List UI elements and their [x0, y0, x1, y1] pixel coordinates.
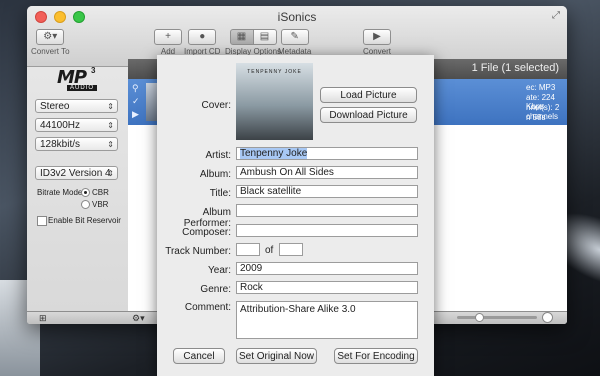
display-options-control[interactable]: ▦ ▤ Display Options [225, 29, 281, 56]
duration-info: n 58s [526, 113, 546, 122]
vbr-radio[interactable] [81, 200, 90, 209]
zoom-slider[interactable] [457, 316, 537, 319]
updown-arrow-icon: ⇕ [107, 169, 114, 178]
updown-arrow-icon: ⇕ [107, 102, 114, 111]
album-label: Album: [199, 169, 231, 180]
track-number-label: Track Number: [165, 246, 231, 257]
load-picture-button[interactable]: Load Picture [320, 87, 417, 103]
plus-icon: + [154, 29, 182, 45]
channels-select[interactable]: Stereo ⇕ [35, 99, 118, 113]
gear-icon: ⚙▾ [36, 29, 65, 45]
id3-version-select[interactable]: ID3v2 Version 4 ⇕ [35, 166, 118, 180]
cbr-label: CBR [92, 188, 109, 197]
add-button[interactable]: + Add [154, 29, 182, 56]
composer-label: Composer: [182, 227, 231, 238]
title-label: Title: [209, 188, 231, 199]
album-performer-field[interactable] [236, 204, 418, 217]
updown-arrow-icon: ⇕ [107, 121, 114, 130]
genre-field[interactable]: Rock [236, 281, 418, 294]
track-of-label: of [265, 245, 274, 256]
year-label: Year: [208, 265, 231, 276]
bitrate-select[interactable]: 128kbit/s ⇕ [35, 137, 118, 151]
zoom-max-icon [542, 312, 553, 323]
track-total-field[interactable] [279, 243, 303, 256]
set-original-now-button[interactable]: Set Original Now [236, 348, 317, 364]
cd-icon: ● [188, 29, 217, 45]
cover-art[interactable]: TENPENNY JOKE [236, 63, 313, 140]
cbr-radio[interactable] [81, 188, 90, 197]
add-folder-icon[interactable]: ⊞ [39, 313, 47, 324]
composer-field[interactable] [236, 224, 418, 237]
file-count: 1 File (1 selected) [471, 62, 559, 74]
set-for-encoding-button[interactable]: Set For Encoding [334, 348, 418, 364]
bitrate-mode-label: Bitrate Mode: [37, 188, 85, 197]
artist-field[interactable]: Tenpenny Joke [236, 147, 418, 160]
play-icon[interactable]: ▶ [132, 109, 139, 120]
updown-arrow-icon: ⇕ [107, 140, 114, 149]
codec-info: ec: MP3 [526, 83, 556, 92]
metadata-button[interactable]: ✎ Metadata [278, 29, 311, 56]
list-view-icon[interactable]: ▤ [253, 29, 277, 45]
encoder-sidebar: MP 3 AUDIO Stereo ⇕ 44100Hz ⇕ 128kbit/s ⇕ I… [27, 66, 129, 311]
download-picture-button[interactable]: Download Picture [320, 107, 417, 123]
metadata-sheet: Cover: TENPENNY JOKE Load Picture Downlo… [157, 55, 434, 376]
title-field[interactable]: Black satellite [236, 185, 418, 198]
gear-icon[interactable]: ⚙▾ [132, 313, 145, 324]
bit-reservoir-label: Enable Bit Reservoir [48, 216, 121, 225]
sample-rate-select[interactable]: 44100Hz ⇕ [35, 118, 118, 132]
cover-label: Cover: [201, 100, 231, 111]
convert-to-button[interactable]: ⚙▾ Convert To [31, 29, 70, 56]
comment-label: Comment: [184, 302, 231, 313]
pencil-icon: ✎ [280, 29, 309, 45]
comment-field[interactable]: Attribution-Share Alike 3.0 [236, 301, 418, 339]
mp3-logo: MP 3 AUDIO [57, 66, 98, 91]
window-title: iSonics [277, 10, 317, 24]
play-icon: ▶ [363, 29, 391, 45]
fullscreen-icon[interactable]: ⤢ [552, 10, 560, 21]
checkmark-icon[interactable]: ✓ [132, 96, 140, 107]
track-number-field[interactable] [236, 243, 260, 256]
grid-view-icon[interactable]: ▦ [229, 29, 254, 45]
zoom-slider-knob[interactable] [475, 313, 484, 322]
bit-reservoir-checkbox[interactable] [37, 216, 47, 226]
vbr-label: VBR [92, 200, 109, 209]
import-cd-button[interactable]: ● Import CD [184, 29, 220, 56]
album-field[interactable]: Ambush On All Sides [236, 166, 418, 179]
year-field[interactable]: 2009 [236, 262, 418, 275]
search-icon[interactable]: ⚲ [132, 83, 139, 94]
album-performer-label: Album Performer: [183, 207, 231, 229]
convert-button[interactable]: ▶ Convert [363, 29, 391, 56]
artist-label: Artist: [205, 150, 231, 161]
genre-label: Genre: [200, 284, 231, 295]
cancel-button[interactable]: Cancel [173, 348, 225, 364]
